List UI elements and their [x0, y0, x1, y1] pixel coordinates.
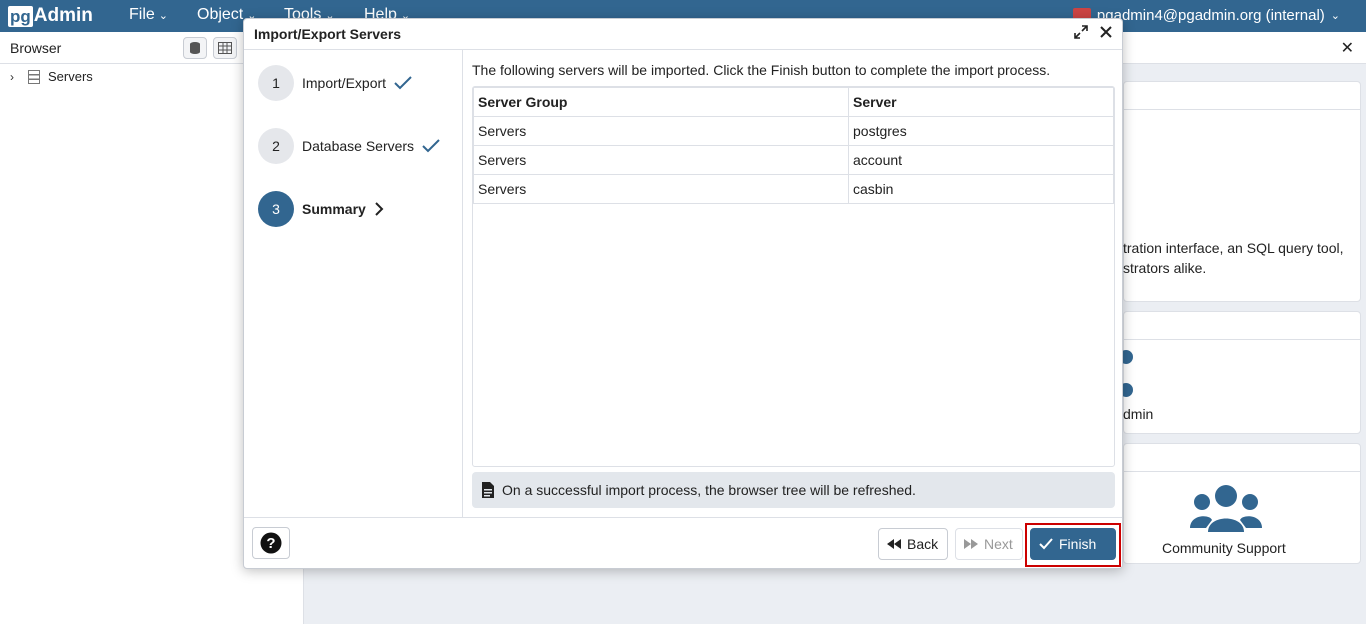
document-icon [482, 482, 494, 498]
menu-file[interactable]: File ⌄ [129, 6, 168, 24]
table-header-row: Server Group Server [473, 87, 1114, 117]
maximize-icon[interactable] [1074, 25, 1088, 39]
menu-file-label: File [129, 6, 155, 23]
step-number: 1 [258, 65, 294, 101]
step-import-export[interactable]: 1 Import/Export [258, 65, 412, 101]
forward-icon [964, 539, 978, 549]
dialog-title-bar[interactable]: Import/Export Servers [244, 19, 1122, 50]
logo-pg: pg [8, 5, 33, 27]
step-label: Import/Export [302, 75, 387, 91]
backward-icon [887, 539, 901, 549]
community-support-link[interactable]: Community Support [1162, 538, 1286, 558]
pgadmin-logo[interactable]: pg Admin [8, 4, 93, 28]
table-row: Servers postgres [473, 116, 1114, 146]
step-label: Database Servers [302, 138, 415, 154]
step-label: Summary [302, 201, 366, 217]
column-header-server: Server [848, 87, 1114, 117]
step-number: 2 [258, 128, 294, 164]
summary-intro: The following servers will be imported. … [472, 62, 1051, 78]
browser-title: Browser [10, 39, 62, 56]
server-group-icon [28, 69, 40, 84]
user-email: pgadmin4@pgadmin.org (internal) [1096, 7, 1325, 24]
step-summary[interactable]: 3 Summary [258, 191, 384, 227]
table-row: Servers casbin [473, 174, 1114, 204]
cell-server: postgres [848, 116, 1114, 146]
cell-server: casbin [848, 174, 1114, 204]
summary-content: The following servers will be imported. … [463, 50, 1122, 517]
gear-icon [1122, 350, 1133, 397]
info-note: On a successful import process, the brow… [472, 472, 1115, 508]
back-button[interactable]: Back [878, 528, 948, 560]
check-icon [1039, 538, 1053, 550]
info-note-text: On a successful import process, the brow… [502, 482, 916, 498]
close-icon[interactable] [1100, 26, 1112, 38]
close-icon[interactable]: ✕ [1341, 38, 1354, 58]
column-header-server-group: Server Group [473, 87, 849, 117]
tree-item-servers[interactable]: › Servers [10, 69, 93, 84]
check-icon [422, 139, 440, 153]
dialog-footer: ? Back Next Finish [244, 517, 1122, 568]
welcome-text-1: tration interface, an SQL query tool, [1123, 240, 1344, 256]
tree-item-label: Servers [48, 69, 93, 84]
help-button[interactable]: ? [252, 527, 290, 559]
welcome-card: tration interface, an SQL query tool, st… [1123, 81, 1361, 302]
view-data-button[interactable] [213, 37, 237, 59]
query-tool-button[interactable] [183, 37, 207, 59]
next-button-label: Next [984, 536, 1013, 552]
summary-table: Server Group Server Servers postgres Ser… [472, 86, 1115, 467]
admin-text: dmin [1123, 406, 1154, 422]
next-button[interactable]: Next [955, 528, 1023, 560]
chevron-down-icon: ⌄ [158, 9, 168, 22]
help-icon: ? [260, 532, 282, 554]
cell-server-group: Servers [473, 116, 849, 146]
configure-card: dmin [1122, 311, 1361, 434]
finish-button-label: Finish [1059, 536, 1097, 552]
welcome-text-2: strators alike. [1123, 260, 1207, 276]
users-icon[interactable] [1190, 484, 1262, 534]
chevron-right-icon[interactable]: › [10, 70, 20, 84]
finish-button[interactable]: Finish [1030, 528, 1116, 560]
wizard-steps: 1 Import/Export 2 Database Servers 3 Sum… [244, 50, 463, 517]
community-card: Community Support [1123, 443, 1361, 564]
database-icon [190, 42, 200, 54]
step-database-servers[interactable]: 2 Database Servers [258, 128, 440, 164]
cell-server-group: Servers [473, 145, 849, 175]
svg-text:?: ? [266, 535, 275, 552]
step-number: 3 [258, 191, 294, 227]
check-icon [394, 76, 412, 90]
chevron-right-icon [375, 202, 384, 216]
import-export-servers-dialog: Import/Export Servers 1 Import/Export 2 … [243, 18, 1123, 569]
logo-admin: Admin [33, 5, 93, 26]
table-icon [218, 42, 232, 54]
chevron-down-icon: ⌄ [1330, 10, 1340, 22]
back-button-label: Back [907, 536, 939, 552]
cell-server: account [848, 145, 1114, 175]
cell-server-group: Servers [473, 174, 849, 204]
menu-object-label: Object [197, 6, 244, 23]
dialog-title: Import/Export Servers [254, 26, 402, 42]
table-row: Servers account [473, 145, 1114, 175]
